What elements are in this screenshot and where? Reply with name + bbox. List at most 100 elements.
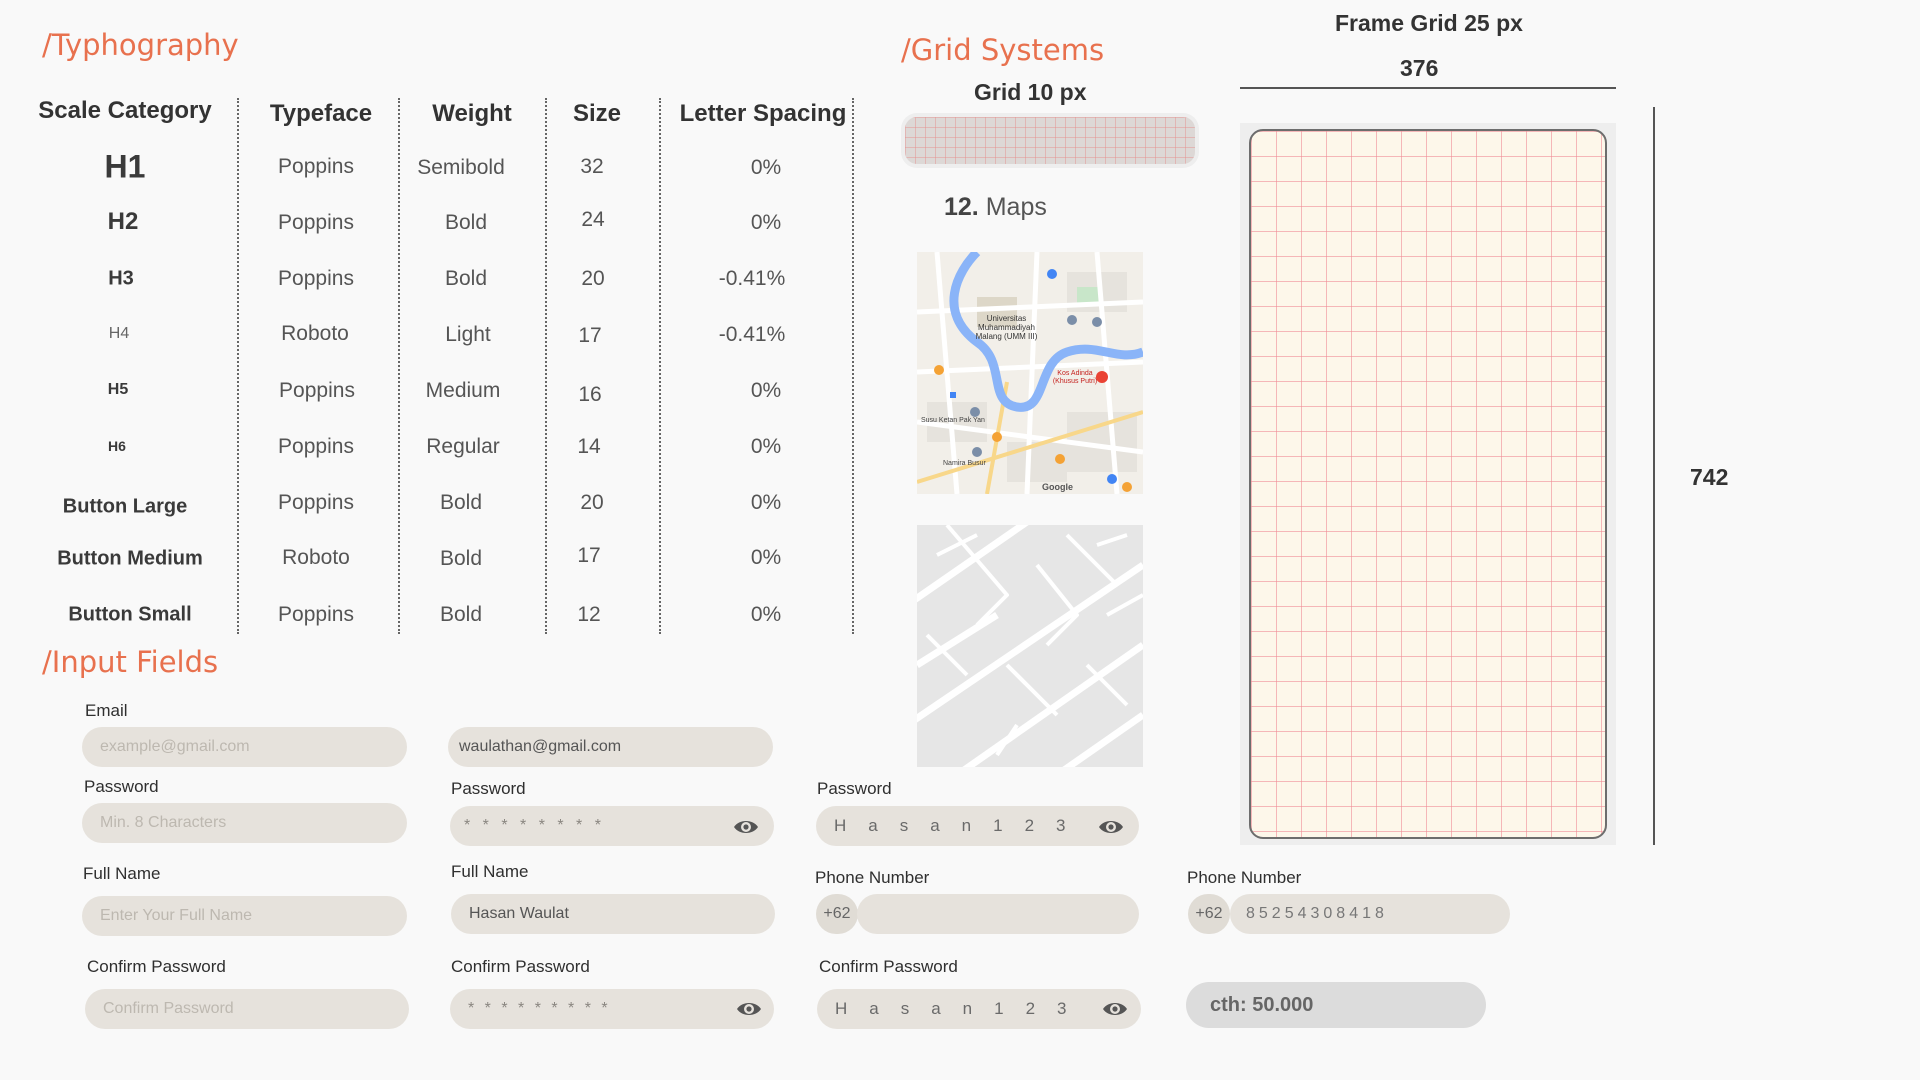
map-place-label: Susu Ketan Pak Yan [921, 417, 985, 424]
category-h3: H3 [108, 267, 134, 290]
weight-cell: Bold [444, 211, 488, 234]
email-label: Email [85, 701, 128, 720]
password-field-visible[interactable]: Hasan123 [816, 806, 1139, 846]
category-button-small: Button Small [68, 603, 192, 626]
typeface-cell: Roboto [281, 322, 349, 345]
fullname-field[interactable]: Enter Your Full Name [82, 896, 407, 936]
category-h2: H2 [107, 208, 139, 235]
weight-cell: Light [445, 323, 491, 346]
map-place-label: Kos Adinda (Khusus Putri) [1052, 370, 1098, 385]
confirm-password-placeholder: Confirm Password [103, 1000, 234, 1017]
weight-cell: Bold [439, 547, 483, 570]
typeface-cell: Poppins [278, 267, 354, 290]
category-button-large: Button Large [62, 495, 188, 518]
amount-value: cth: 50.000 [1210, 993, 1314, 1016]
grid-10-sample [905, 117, 1195, 164]
map-colored[interactable]: Universitas Muhammadiyah Malang (UMM III… [917, 252, 1143, 494]
fullname-label: Full Name [83, 864, 161, 883]
fullname-placeholder: Enter Your Full Name [100, 907, 253, 924]
weight-cell: Bold [439, 603, 483, 626]
phone-prefix[interactable]: +62 [1188, 894, 1230, 934]
fullname-value: Hasan Waulat [469, 905, 569, 922]
confirm-password-label: Confirm Password [451, 957, 590, 976]
category-h4: H4 [108, 325, 130, 342]
spacing-cell: -0.41% [718, 267, 786, 290]
map-grayscale[interactable] [917, 525, 1143, 767]
column-divider [852, 98, 854, 634]
category-h1: H1 [104, 148, 146, 185]
email-value: waulathan@gmail.com [459, 738, 622, 755]
size-cell: 17 [578, 324, 602, 347]
fullname-label: Full Name [451, 862, 529, 881]
input-fields-title: /Input Fields [42, 645, 219, 679]
header-typeface: Typeface [269, 100, 373, 127]
category-h6: H6 [108, 438, 126, 454]
password-visible-value: Hasan123 [834, 816, 1088, 835]
spacing-cell: 0% [750, 603, 782, 626]
hide-password-eye-icon[interactable] [1102, 1000, 1128, 1018]
show-password-eye-icon[interactable] [733, 818, 759, 836]
show-password-eye-icon[interactable] [736, 1000, 762, 1018]
weight-cell: Semibold [417, 156, 505, 179]
map-colored-graphic [917, 252, 1143, 494]
amount-field[interactable]: cth: 50.000 [1186, 982, 1486, 1028]
map-place-label: Universitas Muhammadiyah Malang (UMM III… [975, 314, 1038, 341]
spacing-cell: -0.41% [718, 323, 786, 346]
header-scale-category: Scale Category [38, 97, 212, 124]
confirm-password-visible-value: Hasan123 [835, 999, 1089, 1018]
weight-cell: Bold [439, 491, 483, 514]
phone-field[interactable] [857, 894, 1139, 934]
header-letter-spacing: Letter Spacing [679, 100, 847, 127]
maps-heading: 12. Maps [944, 193, 1047, 222]
spacing-cell: 0% [750, 156, 782, 179]
spacing-cell: 0% [750, 211, 782, 234]
password-field-masked[interactable]: * * * * * * * * [450, 806, 774, 846]
frame-width-dimension-line [1240, 87, 1616, 89]
size-cell: 16 [578, 383, 602, 406]
password-masked-value: * * * * * * * * [464, 817, 605, 834]
size-cell: 17 [577, 544, 601, 567]
frame-height-dimension-line [1653, 107, 1655, 845]
confirm-password-masked-value: * * * * * * * * * [468, 1000, 611, 1017]
typeface-cell: Poppins [278, 155, 354, 178]
email-field-filled[interactable]: waulathan@gmail.com [448, 727, 773, 767]
confirm-password-label: Confirm Password [87, 957, 226, 976]
confirm-password-label: Confirm Password [819, 957, 958, 976]
phone-filled-value: 85254308418 [1246, 905, 1388, 922]
frame-grid-25 [1249, 129, 1607, 839]
phone-prefix[interactable]: +62 [816, 894, 858, 934]
confirm-password-field-masked[interactable]: * * * * * * * * * [450, 989, 774, 1029]
category-h5: H5 [107, 381, 129, 398]
typeface-cell: Poppins [279, 379, 355, 402]
email-placeholder: example@gmail.com [100, 738, 250, 755]
size-cell: 20 [580, 491, 604, 514]
phone-label: Phone Number [815, 868, 930, 887]
size-cell: 24 [581, 208, 605, 231]
hide-password-eye-icon[interactable] [1098, 818, 1124, 836]
confirm-password-field-visible[interactable]: Hasan123 [817, 989, 1141, 1029]
confirm-password-field[interactable]: Confirm Password [85, 989, 409, 1029]
size-cell: 14 [577, 435, 601, 458]
header-weight: Weight [432, 100, 512, 127]
size-cell: 12 [577, 603, 601, 626]
weight-cell: Bold [444, 267, 488, 290]
maps-label: Maps [985, 193, 1047, 221]
column-divider [659, 98, 661, 634]
password-placeholder: Min. 8 Characters [100, 814, 227, 831]
typography-title: /Typhography [42, 28, 239, 62]
frame-grid-label: Frame Grid 25 px [1335, 10, 1523, 36]
password-label: Password [84, 777, 159, 796]
size-cell: 32 [580, 155, 604, 178]
column-divider [545, 98, 547, 634]
frame-width-label: 376 [1400, 55, 1439, 81]
fullname-field-filled[interactable]: Hasan Waulat [451, 894, 775, 934]
phone-field-filled[interactable]: 85254308418 [1230, 894, 1510, 934]
size-cell: 20 [581, 267, 605, 290]
typeface-cell: Poppins [278, 603, 354, 626]
password-field[interactable]: Min. 8 Characters [82, 803, 407, 843]
password-label: Password [451, 779, 526, 798]
email-field[interactable]: example@gmail.com [82, 727, 407, 767]
frame-height-label: 742 [1690, 464, 1729, 490]
header-size: Size [572, 100, 622, 127]
category-button-medium: Button Medium [57, 547, 203, 570]
